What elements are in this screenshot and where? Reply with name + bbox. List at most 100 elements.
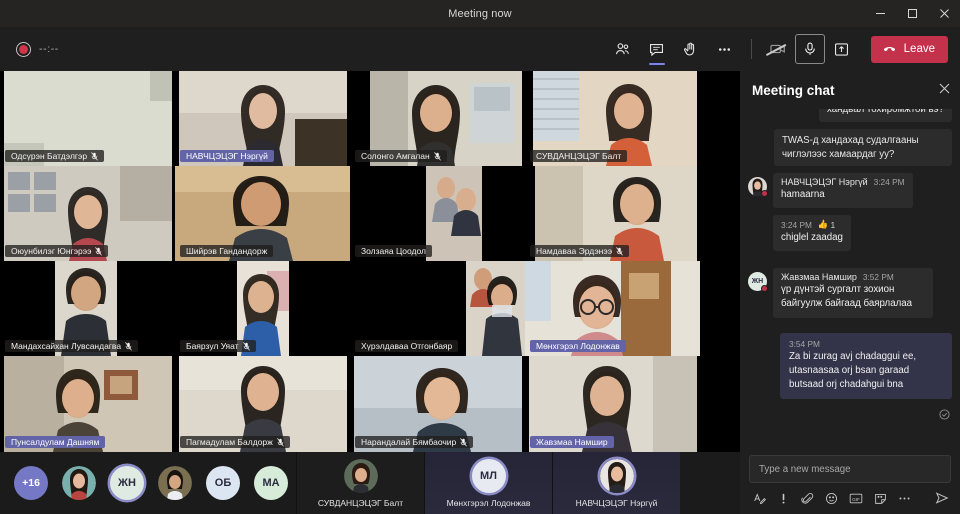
muted-icon xyxy=(276,437,284,447)
restore-icon[interactable] xyxy=(896,0,928,27)
window-controls xyxy=(864,0,960,27)
emoji-icon[interactable] xyxy=(825,492,838,505)
video-tile[interactable]: Пунсалдулам Дашням xyxy=(0,356,175,452)
window-title: Meeting now xyxy=(448,7,512,20)
video-tile[interactable]: Шийрэв Гандандорж xyxy=(175,166,350,261)
avatar-initials-text: ЖН xyxy=(118,477,136,489)
message-status-icon xyxy=(748,409,952,422)
avatar-initials-text: МЛ xyxy=(480,469,497,482)
roster-tile[interactable]: СУВДАНЦЭЦЭГ Балт xyxy=(296,452,424,514)
participant-name-badge: Мандахсайхан Лувсандагва xyxy=(5,340,139,352)
video-tile[interactable]: Намдаваа Эрдэнээ xyxy=(525,166,700,261)
video-tile[interactable]: Одсүрэн Батдэлгэр xyxy=(0,71,175,166)
participant-name: Оюунбилэг Юнгэрээ xyxy=(11,246,92,256)
format-icon[interactable] xyxy=(753,492,766,505)
avatar[interactable] xyxy=(62,466,96,500)
share-screen-icon[interactable] xyxy=(825,32,859,66)
chat-message-text: chiglel zaadag xyxy=(781,232,843,244)
title-bar: Meeting now xyxy=(0,0,960,27)
teams-meeting-window: Meeting now --:-- Leave Одсүрэн Батдэлгэ… xyxy=(0,0,960,514)
participant-name-badge: Одсүрэн Батдэлгэр xyxy=(5,150,105,162)
participant-name-badge: Мөнхгэрэл Лодонжав xyxy=(530,340,626,352)
important-icon[interactable] xyxy=(777,492,790,505)
participant-name: СУВДАНЦЭЦЭГ Балт xyxy=(536,151,622,161)
participant-name: Солонго Амгалан xyxy=(361,151,430,161)
muted-icon xyxy=(91,151,98,161)
chat-bubble-meta: 3:24 PM 👍 1 xyxy=(781,219,843,230)
participant-name-badge: Шийрэв Гандандорж xyxy=(180,245,274,257)
chat-sender-name: Жавзмаа Намшир xyxy=(781,272,857,283)
svg-text:GIF: GIF xyxy=(852,496,860,501)
video-tile[interactable]: Солонго Амгалан xyxy=(350,71,525,166)
reaction-badge[interactable]: 👍 1 xyxy=(818,219,835,230)
sticker-icon[interactable] xyxy=(874,492,887,505)
roster-tile-name: Мөнхгэрэл Лодонжав xyxy=(446,497,531,508)
roster-tile[interactable]: НАВЧЦЭЦЭГ Нэргүй xyxy=(552,452,680,514)
message-input[interactable]: Type a new message xyxy=(749,455,951,483)
send-icon[interactable] xyxy=(935,491,949,505)
participant-name: Золзаяа Цоодол xyxy=(361,246,426,256)
meeting-timer: --:-- xyxy=(39,43,59,55)
participant-name-badge: Пунсалдулам Дашням xyxy=(5,436,106,448)
camera-off-icon[interactable] xyxy=(761,32,795,66)
participant-name: Нарандалай Бямбаочир xyxy=(361,437,457,447)
participant-name-badge: Жавзмаа Намшир xyxy=(530,436,614,448)
muted-icon xyxy=(460,437,468,447)
leave-button[interactable]: Leave xyxy=(870,35,948,63)
chat-bubble: 3:24 PM 👍 1 chiglel zaadag xyxy=(773,215,851,252)
leave-label: Leave xyxy=(903,43,935,55)
minimize-icon[interactable] xyxy=(864,0,896,27)
close-icon[interactable] xyxy=(939,83,950,97)
muted-icon xyxy=(242,341,250,351)
overflow-count: +16 xyxy=(22,477,40,489)
chat-timestamp: 3:24 PM xyxy=(873,177,905,188)
reaction-count: 1 xyxy=(830,219,836,230)
close-icon[interactable] xyxy=(928,0,960,27)
roster-tile-name: СУВДАНЦЭЦЭГ Балт xyxy=(317,497,404,508)
avatar-initials[interactable]: ЖН xyxy=(110,466,144,500)
raise-hand-icon[interactable] xyxy=(674,32,708,66)
muted-icon xyxy=(433,151,441,161)
video-tile[interactable]: СУВДАНЦЭЦЭГ Балт xyxy=(525,71,700,166)
participant-name-badge: Баярзул Уяат xyxy=(180,340,256,352)
video-tile[interactable]: Жавзмаа Намшир xyxy=(525,356,700,452)
chat-message-text: hamaarna xyxy=(781,189,825,201)
muted-icon xyxy=(616,246,623,256)
avatar-initials: МЛ xyxy=(471,458,506,493)
avatar[interactable] xyxy=(158,466,192,500)
more-actions-icon[interactable] xyxy=(708,32,742,66)
participant-name-badge: Золзаяа Цоодол xyxy=(355,245,432,257)
video-grid: Одсүрэн Батдэлгэр НАВЧЦЭЦЭГ Нэргүй Солон… xyxy=(0,71,740,452)
overflow-count-badge[interactable]: +16 xyxy=(14,466,48,500)
video-tile[interactable]: Баярзул Уяат xyxy=(175,261,350,356)
video-tile[interactable]: НАВЧЦЭЦЭГ Нэргүй xyxy=(175,71,350,166)
people-icon[interactable] xyxy=(606,32,640,66)
chat-timestamp: 3:24 PM xyxy=(781,219,812,230)
chat-message-list[interactable]: хандвал тохиромжтой вэ? TWAS-д хандахад … xyxy=(740,109,960,447)
video-tile[interactable]: Оюунбилэг Юнгэрээ xyxy=(0,166,175,261)
chat-sender-name: НАВЧЦЭЦЭГ Нэргүй xyxy=(781,177,868,188)
microphone-icon[interactable] xyxy=(794,34,825,64)
roster-tile[interactable]: МЛ Мөнхгэрэл Лодонжав xyxy=(424,452,552,514)
video-tile[interactable]: Хүрэлдаваа Отгонбаяр xyxy=(350,261,525,356)
chat-icon[interactable] xyxy=(640,32,674,66)
avatar-initials[interactable]: МА xyxy=(254,466,288,500)
participant-name: Хүрэлдаваа Отгонбаяр xyxy=(361,341,453,351)
giphy-icon[interactable]: GIF xyxy=(849,492,863,505)
more-options-icon[interactable] xyxy=(898,492,911,505)
video-tile[interactable]: Золзаяа Цоодол xyxy=(350,166,525,261)
participant-name: НАВЧЦЭЦЭГ Нэргүй xyxy=(186,151,268,161)
thumbs-up-icon: 👍 xyxy=(817,219,829,230)
chat-bubble: НАВЧЦЭЦЭГ Нэргүй 3:24 PM hamaarna xyxy=(773,173,913,209)
roster-named-tiles: СУВДАНЦЭЦЭГ Балт МЛ Мөнхгэрэл Лодонжав Н… xyxy=(296,452,680,514)
roster-avatars: +16 ЖН ОБ МА xyxy=(0,466,288,500)
video-tile[interactable]: Нарандалай Бямбаочир xyxy=(350,356,525,452)
attach-icon[interactable] xyxy=(801,492,814,505)
chat-message: ЖН Жавзмаа Намшир 3:52 PM үр дүнтэй сург… xyxy=(748,268,952,318)
participant-name: Намдаваа Эрдэнээ xyxy=(536,246,613,256)
video-tile[interactable]: Пагмадулам Балдорж xyxy=(175,356,350,452)
video-tile[interactable]: Мөнхгэрэл Лодонжав xyxy=(525,261,700,356)
avatar-initials[interactable]: ОБ xyxy=(206,466,240,500)
participant-name-badge: НАВЧЦЭЦЭГ Нэргүй xyxy=(180,150,274,162)
video-tile[interactable]: Мандахсайхан Лувсандагва xyxy=(0,261,175,356)
